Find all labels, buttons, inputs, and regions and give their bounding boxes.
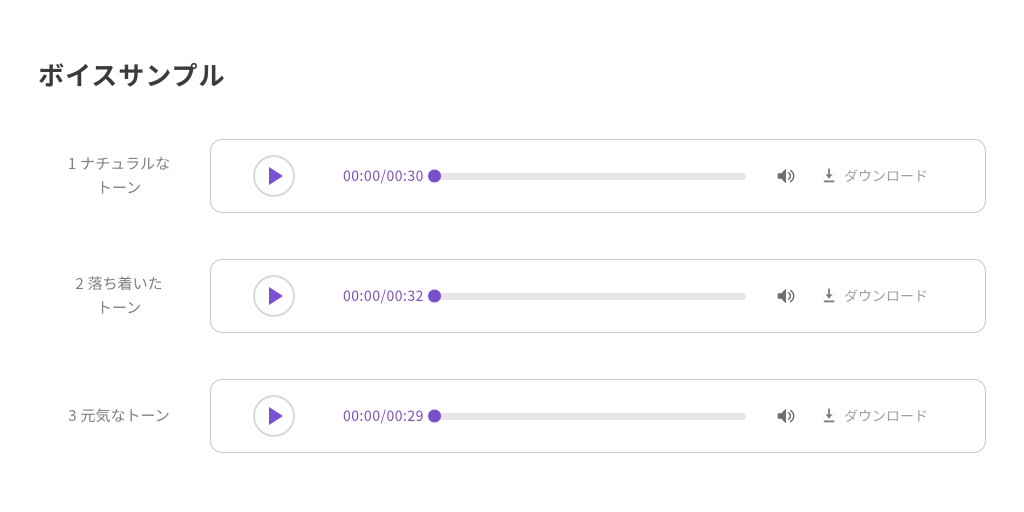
- volume-button[interactable]: [774, 285, 796, 307]
- audio-player: 00:00/00:30 ダウンロード: [210, 139, 986, 213]
- seek-bar[interactable]: [434, 293, 746, 300]
- volume-icon: [774, 165, 796, 187]
- sample-index: 1: [68, 153, 76, 174]
- sample-row: 1ナチュラルな トーン 00:00/00:30: [38, 139, 986, 213]
- seek-thumb[interactable]: [428, 170, 441, 183]
- download-label: ダウンロード: [844, 286, 928, 306]
- download-label: ダウンロード: [844, 406, 928, 426]
- time-duration: 00:30: [386, 166, 423, 186]
- seek-bar[interactable]: [434, 173, 746, 180]
- time-position: 00:00: [343, 406, 380, 426]
- time-duration: 00:29: [386, 406, 423, 426]
- play-icon: [269, 287, 283, 305]
- sample-name-line1: 元気なトーン: [81, 405, 170, 426]
- seek-thumb[interactable]: [428, 410, 441, 423]
- sample-label: 3元気なトーン: [38, 404, 210, 428]
- audio-player: 00:00/00:29 ダウンロード: [210, 379, 986, 453]
- sample-label: 2落ち着いた トーン: [38, 272, 210, 320]
- sample-name-line2: トーン: [97, 297, 141, 318]
- volume-button[interactable]: [774, 165, 796, 187]
- time-position: 00:00: [343, 286, 380, 306]
- volume-icon: [774, 405, 796, 427]
- sample-row: 3元気なトーン 00:00/00:29: [38, 379, 986, 453]
- download-button[interactable]: ダウンロード: [820, 286, 928, 306]
- time-duration: 00:32: [386, 286, 423, 306]
- download-icon: [820, 167, 838, 185]
- download-icon: [820, 407, 838, 425]
- page-title: ボイスサンプル: [38, 56, 986, 93]
- time-display: 00:00/00:30: [343, 166, 424, 186]
- volume-icon: [774, 285, 796, 307]
- volume-button[interactable]: [774, 405, 796, 427]
- seek-bar[interactable]: [434, 413, 746, 420]
- seek-thumb[interactable]: [428, 290, 441, 303]
- sample-row: 2落ち着いた トーン 00:00/00:32: [38, 259, 986, 333]
- download-label: ダウンロード: [844, 166, 928, 186]
- play-icon: [269, 407, 283, 425]
- time-display: 00:00/00:32: [343, 286, 424, 306]
- sample-index: 2: [75, 273, 83, 294]
- audio-player: 00:00/00:32 ダウンロード: [210, 259, 986, 333]
- download-button[interactable]: ダウンロード: [820, 406, 928, 426]
- download-icon: [820, 287, 838, 305]
- time-position: 00:00: [343, 166, 380, 186]
- sample-name-line1: ナチュラルな: [80, 153, 170, 174]
- play-icon: [269, 167, 283, 185]
- play-button[interactable]: [253, 155, 295, 197]
- sample-label: 1ナチュラルな トーン: [38, 152, 210, 200]
- sample-name-line1: 落ち着いた: [88, 273, 163, 294]
- sample-name-line2: トーン: [97, 177, 141, 198]
- play-button[interactable]: [253, 395, 295, 437]
- download-button[interactable]: ダウンロード: [820, 166, 928, 186]
- sample-index: 3: [68, 405, 76, 426]
- play-button[interactable]: [253, 275, 295, 317]
- time-display: 00:00/00:29: [343, 406, 424, 426]
